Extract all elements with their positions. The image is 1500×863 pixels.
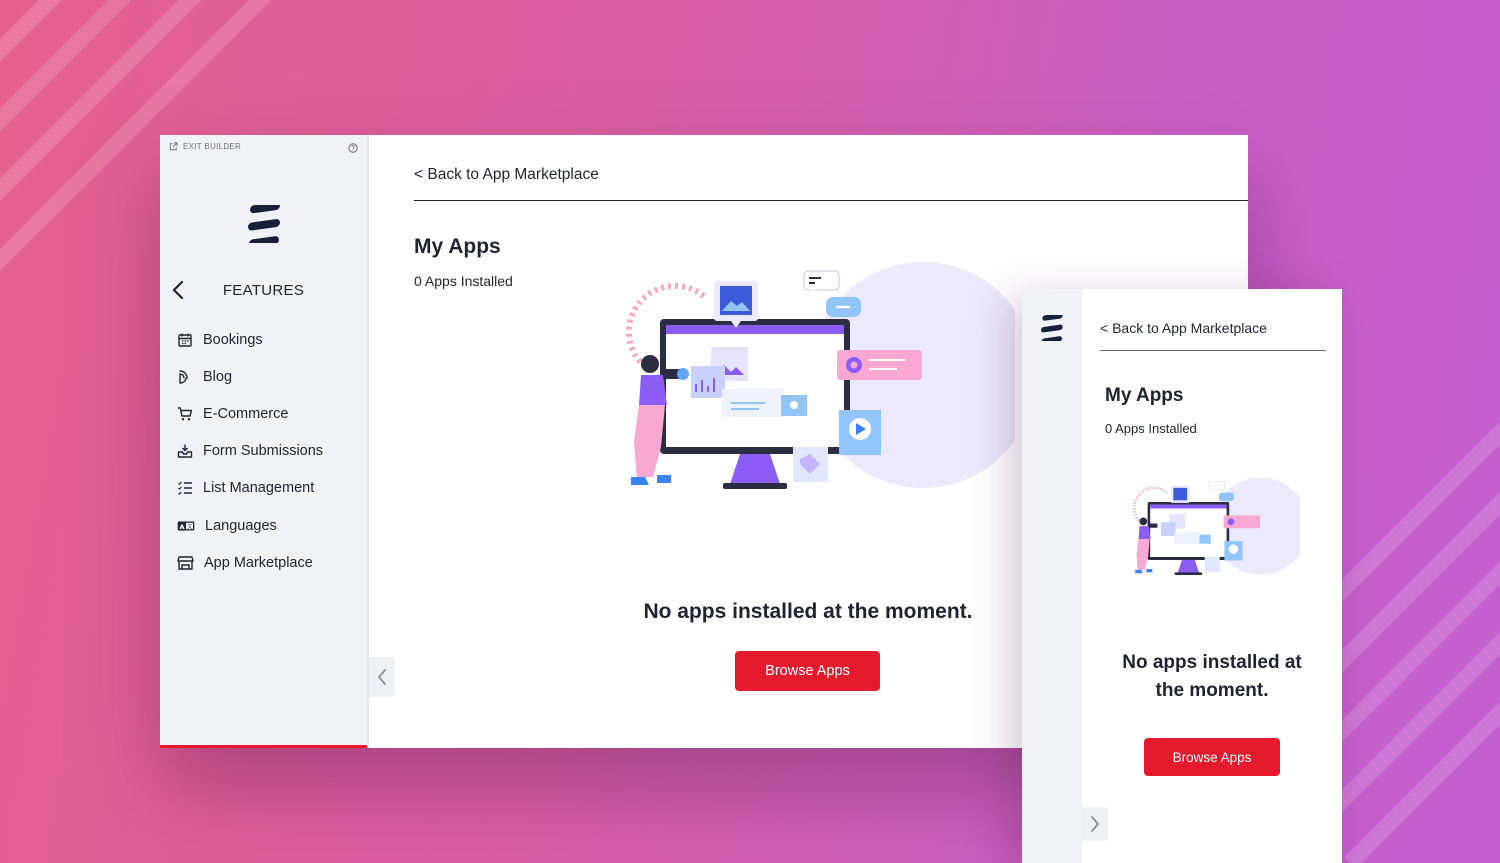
chevron-left-icon — [377, 669, 386, 685]
sidebar-item-form-submissions[interactable]: Form Submissions — [177, 433, 323, 470]
browse-apps-button[interactable]: Browse Apps — [735, 651, 880, 691]
sidebar-item-blog[interactable]: Blog — [177, 358, 323, 395]
sidebar-item-ecommerce[interactable]: E-Commerce — [177, 395, 323, 432]
calendar-icon — [178, 333, 192, 347]
page-title: My Apps — [414, 235, 501, 258]
svg-text:A: A — [180, 522, 185, 530]
empty-state-illustration — [625, 262, 1015, 489]
sidebar-item-app-marketplace[interactable]: App Marketplace — [177, 544, 323, 581]
sidebar-item-label: Languages — [205, 517, 277, 534]
mobile-my-apps-panel: < Back to App Marketplace My Apps 0 Apps… — [1082, 289, 1342, 863]
features-sidebar: EXIT BUILDER FEATURES Bookings Blog E-Co… — [160, 135, 369, 748]
inbox-icon — [177, 444, 193, 458]
chevron-right-icon — [1091, 816, 1100, 832]
exit-builder-link[interactable]: EXIT BUILDER — [169, 142, 241, 151]
exit-builder-label: EXIT BUILDER — [183, 142, 242, 151]
sidebar-item-languages[interactable]: A 文 Languages — [177, 507, 323, 544]
page-title: My Apps — [1105, 385, 1184, 406]
empty-state-illustration — [1133, 477, 1300, 576]
language-icon: A 文 — [177, 521, 195, 530]
collapse-sidebar-button[interactable] — [369, 657, 395, 697]
features-header: FEATURES — [160, 277, 367, 303]
browse-apps-button[interactable]: Browse Apps — [1144, 738, 1280, 776]
expand-sidebar-button[interactable] — [1082, 807, 1108, 841]
svg-text:文: 文 — [187, 522, 193, 530]
header-divider — [1100, 350, 1326, 351]
brand-logo-icon — [1041, 315, 1063, 341]
installed-count: 0 Apps Installed — [1105, 421, 1197, 436]
features-menu: Bookings Blog E-Commerce Form Submission… — [177, 321, 323, 581]
mobile-preview-window: < Back to App Marketplace My Apps 0 Apps… — [1022, 289, 1342, 863]
sidebar-item-list-management[interactable]: List Management — [177, 470, 323, 507]
brand-logo-icon — [248, 205, 280, 243]
mobile-sidebar-rail — [1022, 289, 1082, 863]
cart-icon — [178, 407, 193, 421]
back-to-marketplace-link[interactable]: < Back to App Marketplace — [414, 166, 599, 184]
empty-state-message: No apps installed at the moment. — [1122, 652, 1302, 701]
sidebar-item-label: Blog — [203, 368, 233, 385]
sidebar-item-label: List Management — [203, 480, 315, 497]
sidebar-item-bookings[interactable]: Bookings — [177, 321, 323, 358]
features-title: FEATURES — [222, 282, 305, 299]
external-link-icon — [169, 142, 178, 151]
sidebar-item-label: Bookings — [203, 331, 263, 348]
empty-state-message: No apps installed at the moment. — [643, 600, 973, 623]
header-divider — [414, 200, 1248, 201]
sidebar-item-label: Form Submissions — [203, 443, 324, 460]
sidebar-item-label: App Marketplace — [204, 554, 313, 571]
back-to-marketplace-link[interactable]: < Back to App Marketplace — [1100, 320, 1267, 336]
sidebar-item-label: E-Commerce — [203, 405, 289, 422]
blog-icon — [179, 370, 188, 384]
sidebar-accent-bar — [160, 745, 367, 748]
help-icon[interactable] — [348, 143, 358, 153]
installed-count: 0 Apps Installed — [414, 273, 513, 289]
checklist-icon — [178, 481, 192, 496]
store-icon — [177, 556, 194, 570]
